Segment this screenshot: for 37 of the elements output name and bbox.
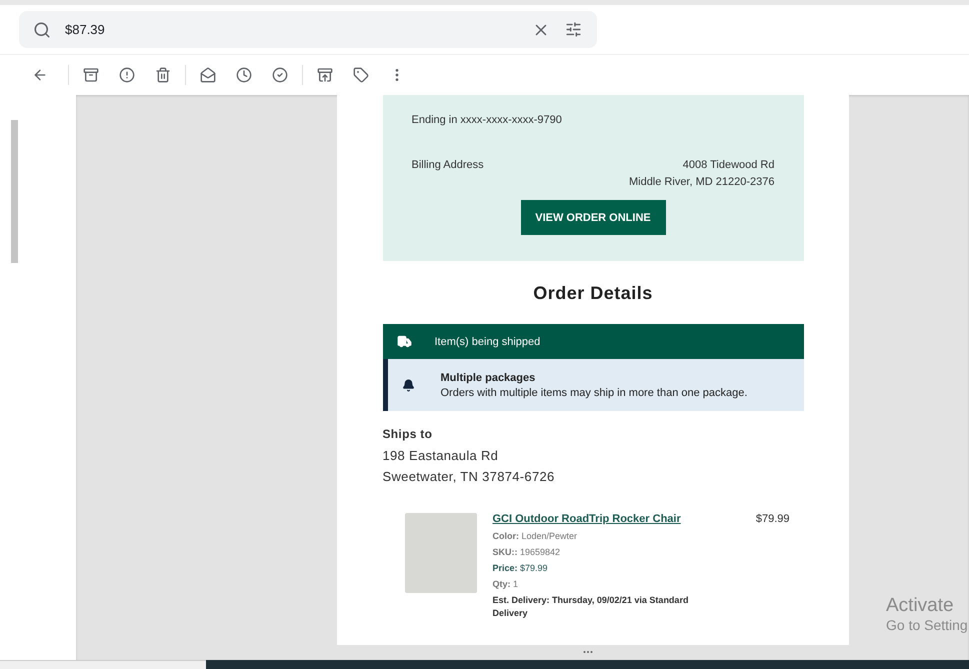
product-detail: SKU:: 19659842 — [492, 546, 562, 559]
notice-title: Multiple packages — [440, 372, 536, 384]
product-price: $79.99 — [756, 513, 790, 527]
product-detail: Price: $79.99 — [492, 562, 549, 575]
search-field[interactable]: $87.39 — [63, 21, 519, 38]
shipping-address-line: Sweetwater, TN 37874-6726 — [382, 468, 556, 486]
shipping-address-line: 198 Eastanaula Rd — [382, 447, 500, 465]
product-link[interactable]: GCI Outdoor RoadTrip Rocker Chair — [492, 513, 722, 525]
product-detail: Color: Loden/Pewter — [492, 530, 578, 543]
search-icon — [33, 20, 51, 38]
horizontal-scrollbar[interactable] — [0, 660, 206, 669]
notice-text: Orders with multiple items may ship in more than one package. — [440, 386, 748, 398]
billing-address-line: Middle River, MD 21220-2376 — [628, 175, 774, 190]
report-spam-icon[interactable] — [119, 67, 135, 83]
open-envelope-icon[interactable] — [200, 67, 216, 83]
product-detail: Est. Delivery: Thursday, 09/02/21 via Standard Delivery — [492, 594, 690, 620]
billing-address-line: 4008 Tidewood Rd — [682, 158, 774, 173]
scrollbar[interactable] — [11, 120, 18, 263]
activation-title: Activate — [886, 595, 955, 617]
trash-icon[interactable] — [155, 67, 171, 83]
archive-icon[interactable] — [83, 67, 99, 83]
banner-text: Item(s) being shipped — [434, 336, 540, 348]
view-order-button[interactable]: VIEW ORDER ONLINE — [520, 200, 666, 235]
billing-label: Billing Address — [412, 158, 484, 173]
product-detail: Qty: 1 — [492, 578, 520, 591]
filter-options-icon[interactable] — [564, 21, 582, 38]
ships-to-label: Ships to — [382, 426, 434, 443]
activation-subtitle: Go to Setting — [886, 617, 968, 633]
card-ending-text: Ending in xxxx-xxxx-xxxx-9790 — [412, 113, 563, 128]
truck-icon — [396, 334, 412, 349]
back-icon[interactable] — [32, 67, 48, 83]
bell-icon — [402, 378, 414, 392]
section-title: Order Details — [533, 283, 653, 304]
label-tag-icon[interactable] — [353, 67, 369, 83]
clock-icon[interactable] — [236, 67, 252, 83]
search-bar[interactable]: $87.39 — [19, 11, 597, 48]
check-circle-icon[interactable] — [272, 67, 288, 83]
